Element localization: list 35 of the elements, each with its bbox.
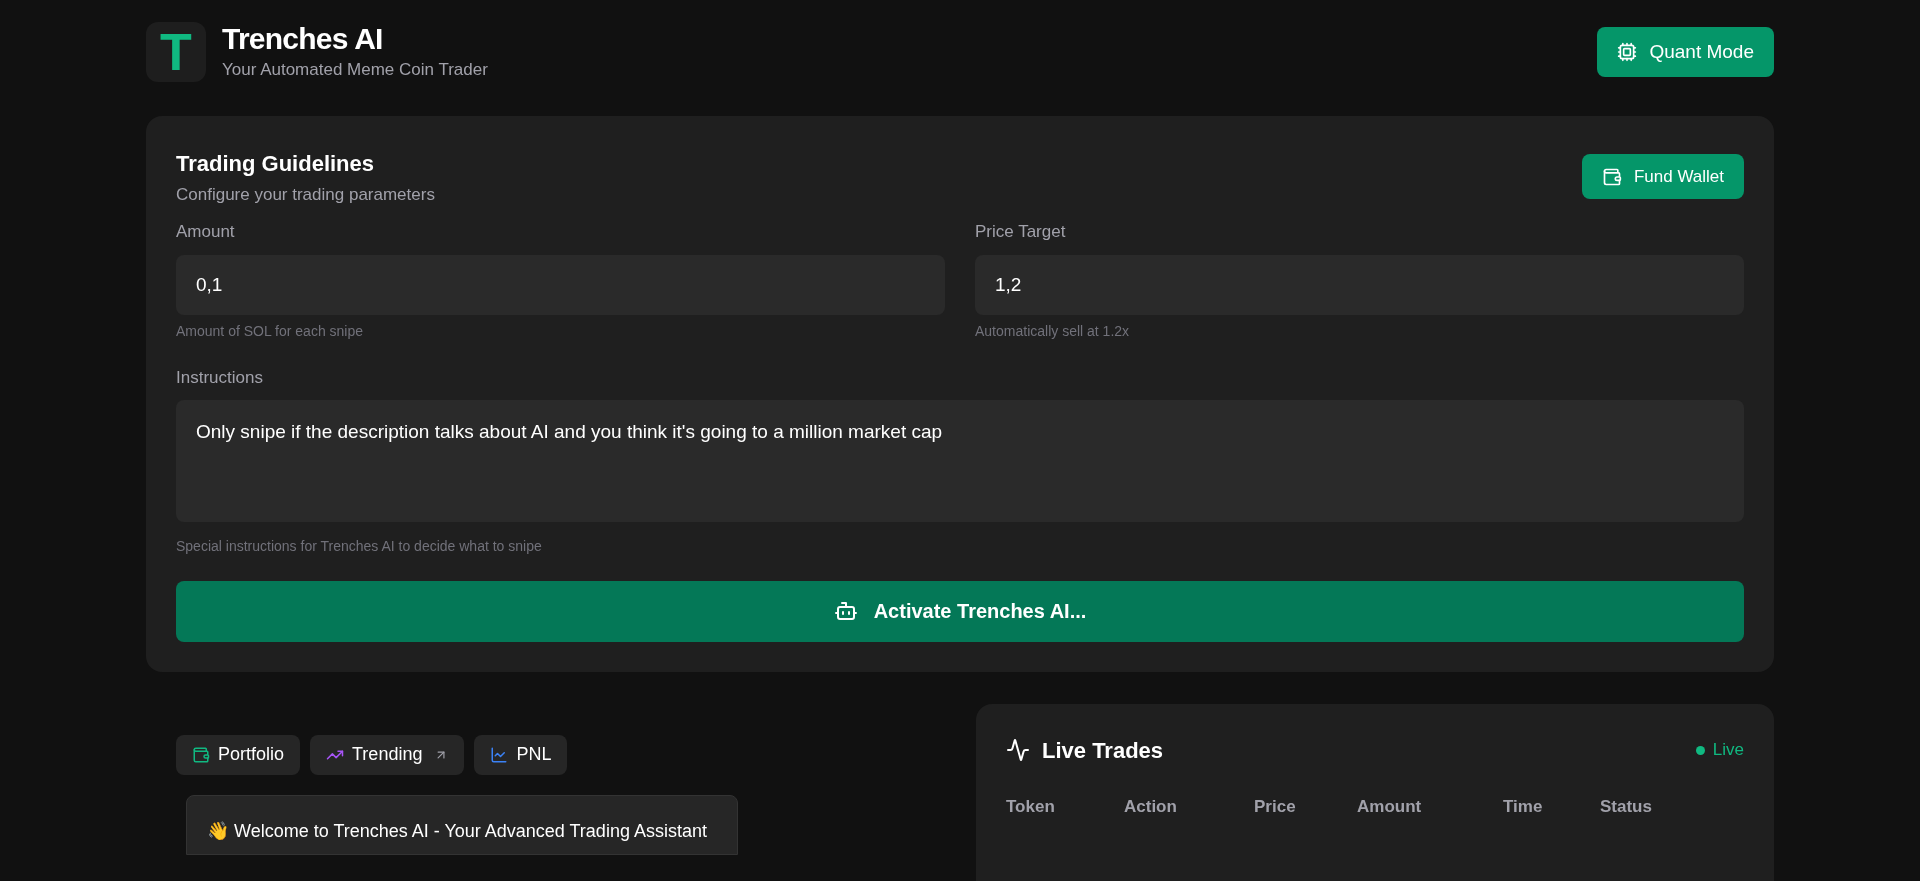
tab[interactable]: Trending (310, 734, 465, 775)
field-hint: Automatically sell at 1.2x (975, 321, 1131, 341)
activate-button[interactable]: Activate Trenches AI... (176, 580, 1744, 642)
chat-message: 👋 Welcome to Trenches AI - Your Advanced Trading Assistant (186, 794, 738, 855)
field-hint: Special instructions for Trenches AI to decide what to snipe (176, 536, 543, 556)
quant-mode-button[interactable]: Quant Mode (1597, 27, 1774, 77)
input-field[interactable]: 1,2 (975, 254, 1744, 315)
field-hint: Amount of SOL for each snipe (176, 321, 365, 341)
column-header: Status (1600, 795, 1653, 818)
wallet-icon (1601, 166, 1622, 187)
line-chart-icon (490, 745, 509, 764)
instructions-field[interactable]: Only snipe if the description talks about AI and you think it's going to a million market cap (176, 399, 1744, 522)
wallet-icon (192, 745, 210, 764)
activity-icon (1006, 738, 1030, 762)
live-trades-title: Live Trades (1042, 736, 1164, 765)
tab[interactable]: Portfolio (176, 734, 301, 775)
field-label: Instructions (176, 366, 264, 389)
column-header: Amount (1357, 795, 1423, 818)
fund-wallet-button[interactable]: Fund Wallet (1581, 154, 1744, 199)
input-field[interactable]: 0,1 (176, 254, 945, 315)
card-subtitle: Configure your trading parameters (176, 184, 435, 206)
live-status: Live (1712, 739, 1744, 762)
column-header: Token (1006, 795, 1056, 818)
field-label: Price Target (975, 220, 1067, 243)
chip-icon (1617, 42, 1638, 62)
field-label: Amount (176, 220, 236, 243)
column-header: Action (1124, 795, 1178, 818)
column-header: Price (1254, 795, 1297, 818)
app-title: Trenches AI (222, 21, 384, 58)
card-title: Trading Guidelines (176, 150, 376, 178)
column-header: Time (1503, 795, 1544, 818)
robot-icon (833, 599, 858, 623)
app-subtitle: Your Automated Meme Coin Trader (222, 59, 488, 82)
tab[interactable]: PNL (474, 734, 568, 775)
logo: T (146, 22, 206, 82)
